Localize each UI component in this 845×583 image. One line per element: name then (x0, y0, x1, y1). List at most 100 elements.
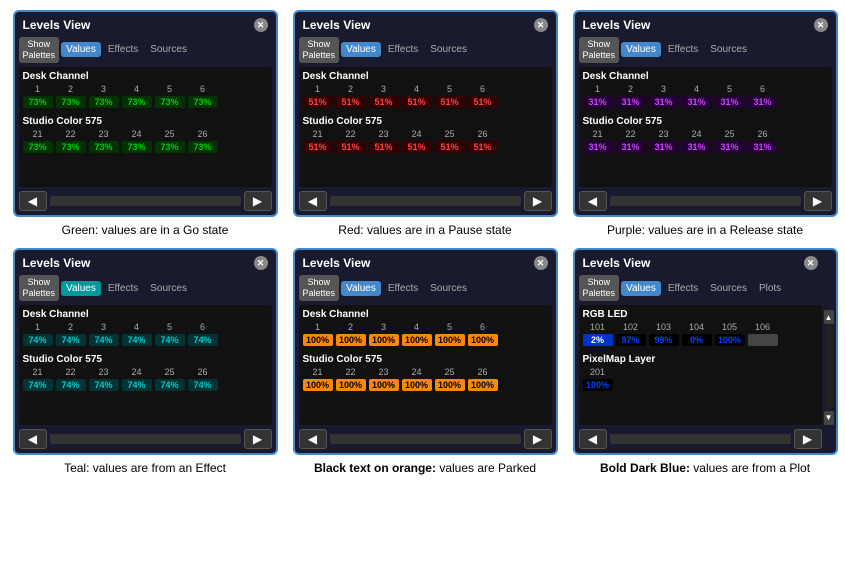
channel-number: 6 (748, 84, 778, 94)
tab-effects-teal[interactable]: Effects (103, 281, 143, 296)
levels-view-orange: Levels View✕Show PalettesValuesEffectsSo… (293, 248, 558, 455)
channel-number: 3 (89, 322, 119, 332)
tab-plots-plot[interactable]: Plots (754, 281, 786, 296)
close-button-orange[interactable]: ✕ (534, 256, 548, 270)
nav-left-orange[interactable]: ◀ (299, 429, 327, 449)
tab-sources-purple[interactable]: Sources (705, 42, 752, 57)
tab-values-teal[interactable]: Values (61, 281, 101, 296)
channel-values-rgb: 2%97%99%0%100% (583, 334, 818, 346)
tab-show-palettes-red[interactable]: Show Palettes (299, 37, 340, 63)
close-button-purple[interactable]: ✕ (814, 18, 828, 32)
tab-effects-plot[interactable]: Effects (663, 281, 703, 296)
close-button-plot[interactable]: ✕ (804, 256, 818, 270)
tab-show-palettes-purple[interactable]: Show Palettes (579, 37, 620, 63)
channel-numbers-red-1: 212223242526 (303, 129, 548, 139)
channel-number: 21 (23, 367, 53, 377)
channel-numbers-purple-1: 212223242526 (583, 129, 828, 139)
nav-scroll-red[interactable] (330, 196, 521, 206)
channel-number: 21 (303, 129, 333, 139)
nav-footer-green: ◀▶ (19, 191, 272, 211)
nav-left-purple[interactable]: ◀ (579, 191, 607, 211)
scrollbar-vertical: ▲▼ (824, 310, 834, 425)
scroll-down-button[interactable]: ▼ (824, 411, 834, 425)
nav-scroll-green[interactable] (50, 196, 241, 206)
tab-show-palettes-plot[interactable]: Show Palettes (579, 275, 620, 301)
levels-header-green: Levels View✕ (19, 16, 272, 34)
panel-group-plot: Levels View ✕ Show PalettesValuesEffectsSo… (570, 248, 840, 476)
levels-view-purple: Levels View✕Show PalettesValuesEffectsSo… (573, 10, 838, 217)
nav-left-plot[interactable]: ◀ (579, 429, 607, 449)
levels-title-plot: Levels View (583, 256, 651, 270)
nav-right-teal[interactable]: ▶ (244, 429, 272, 449)
channel-number: 25 (155, 129, 185, 139)
channel-value: 31% (616, 141, 646, 153)
tab-sources-red[interactable]: Sources (425, 42, 472, 57)
tab-sources-plot[interactable]: Sources (705, 281, 752, 296)
scroll-up-button[interactable]: ▲ (824, 310, 834, 324)
tab-values-green[interactable]: Values (61, 42, 101, 57)
close-button-teal[interactable]: ✕ (254, 256, 268, 270)
channel-value: 100% (402, 334, 432, 346)
tab-show-palettes-green[interactable]: Show Palettes (19, 37, 60, 63)
nav-right-purple[interactable]: ▶ (804, 191, 832, 211)
nav-scroll-purple[interactable] (610, 196, 801, 206)
channel-number: 6 (468, 322, 498, 332)
channel-value: 31% (682, 141, 712, 153)
section-label-green-0: Desk Channel (23, 71, 268, 82)
nav-right-green[interactable]: ▶ (244, 191, 272, 211)
caption-purple: Purple: values are in a Release state (607, 222, 803, 239)
channel-values-red-1: 51%51%51%51%51%51% (303, 141, 548, 153)
channel-value: 0% (682, 334, 712, 346)
close-button-red[interactable]: ✕ (534, 18, 548, 32)
channel-number: 25 (435, 367, 465, 377)
channel-number: 106 (748, 322, 778, 332)
nav-scroll-teal[interactable] (50, 434, 241, 444)
tab-values-red[interactable]: Values (341, 42, 381, 57)
nav-right-red[interactable]: ▶ (524, 191, 552, 211)
close-button-green[interactable]: ✕ (254, 18, 268, 32)
tab-effects-orange[interactable]: Effects (383, 281, 423, 296)
nav-scroll-orange[interactable] (330, 434, 521, 444)
channel-value: 74% (122, 334, 152, 346)
tabs-red: Show PalettesValuesEffectsSources (299, 37, 552, 63)
nav-right-orange[interactable]: ▶ (524, 429, 552, 449)
caption-teal: Teal: values are from an Effect (64, 460, 226, 477)
channel-number: 2 (336, 84, 366, 94)
channel-value: 31% (748, 141, 778, 153)
nav-left-teal[interactable]: ◀ (19, 429, 47, 449)
section-label-green-1: Studio Color 575 (23, 116, 268, 127)
tab-effects-red[interactable]: Effects (383, 42, 423, 57)
channel-value: 51% (369, 141, 399, 153)
tab-show-palettes-teal[interactable]: Show Palettes (19, 275, 60, 301)
channel-number: 26 (748, 129, 778, 139)
tab-values-purple[interactable]: Values (621, 42, 661, 57)
tab-effects-purple[interactable]: Effects (663, 42, 703, 57)
nav-right-plot[interactable]: ▶ (794, 429, 822, 449)
tab-values-plot[interactable]: Values (621, 281, 661, 296)
tab-sources-green[interactable]: Sources (145, 42, 192, 57)
tab-values-orange[interactable]: Values (341, 281, 381, 296)
scroll-track (825, 326, 833, 409)
nav-footer-teal: ◀▶ (19, 429, 272, 449)
channel-number: 25 (715, 129, 745, 139)
nav-scroll-plot[interactable] (610, 434, 791, 444)
channel-number: 4 (122, 322, 152, 332)
tab-effects-green[interactable]: Effects (103, 42, 143, 57)
levels-view-plot: Levels View ✕ Show PalettesValuesEffectsSo… (573, 248, 838, 455)
nav-left-green[interactable]: ◀ (19, 191, 47, 211)
channel-number: 3 (369, 322, 399, 332)
channel-value: 74% (155, 334, 185, 346)
channel-values-green-0: 73%73%73%73%73%73% (23, 96, 268, 108)
channel-value: 97% (616, 334, 646, 346)
tab-sources-teal[interactable]: Sources (145, 281, 192, 296)
channel-number: 21 (583, 129, 613, 139)
levels-body-teal: Desk Channel12345674%74%74%74%74%74%Stud… (19, 305, 272, 425)
main-grid: Levels View✕Show PalettesValuesEffectsSo… (10, 10, 835, 477)
tab-sources-orange[interactable]: Sources (425, 281, 472, 296)
levels-body-plot: RGB LED1011021031041051062%97%99%0%100%P… (579, 305, 822, 425)
nav-left-red[interactable]: ◀ (299, 191, 327, 211)
section-label-red-1: Studio Color 575 (303, 116, 548, 127)
channel-numbers-red-0: 123456 (303, 84, 548, 94)
tab-show-palettes-orange[interactable]: Show Palettes (299, 275, 340, 301)
channel-value: 74% (89, 334, 119, 346)
